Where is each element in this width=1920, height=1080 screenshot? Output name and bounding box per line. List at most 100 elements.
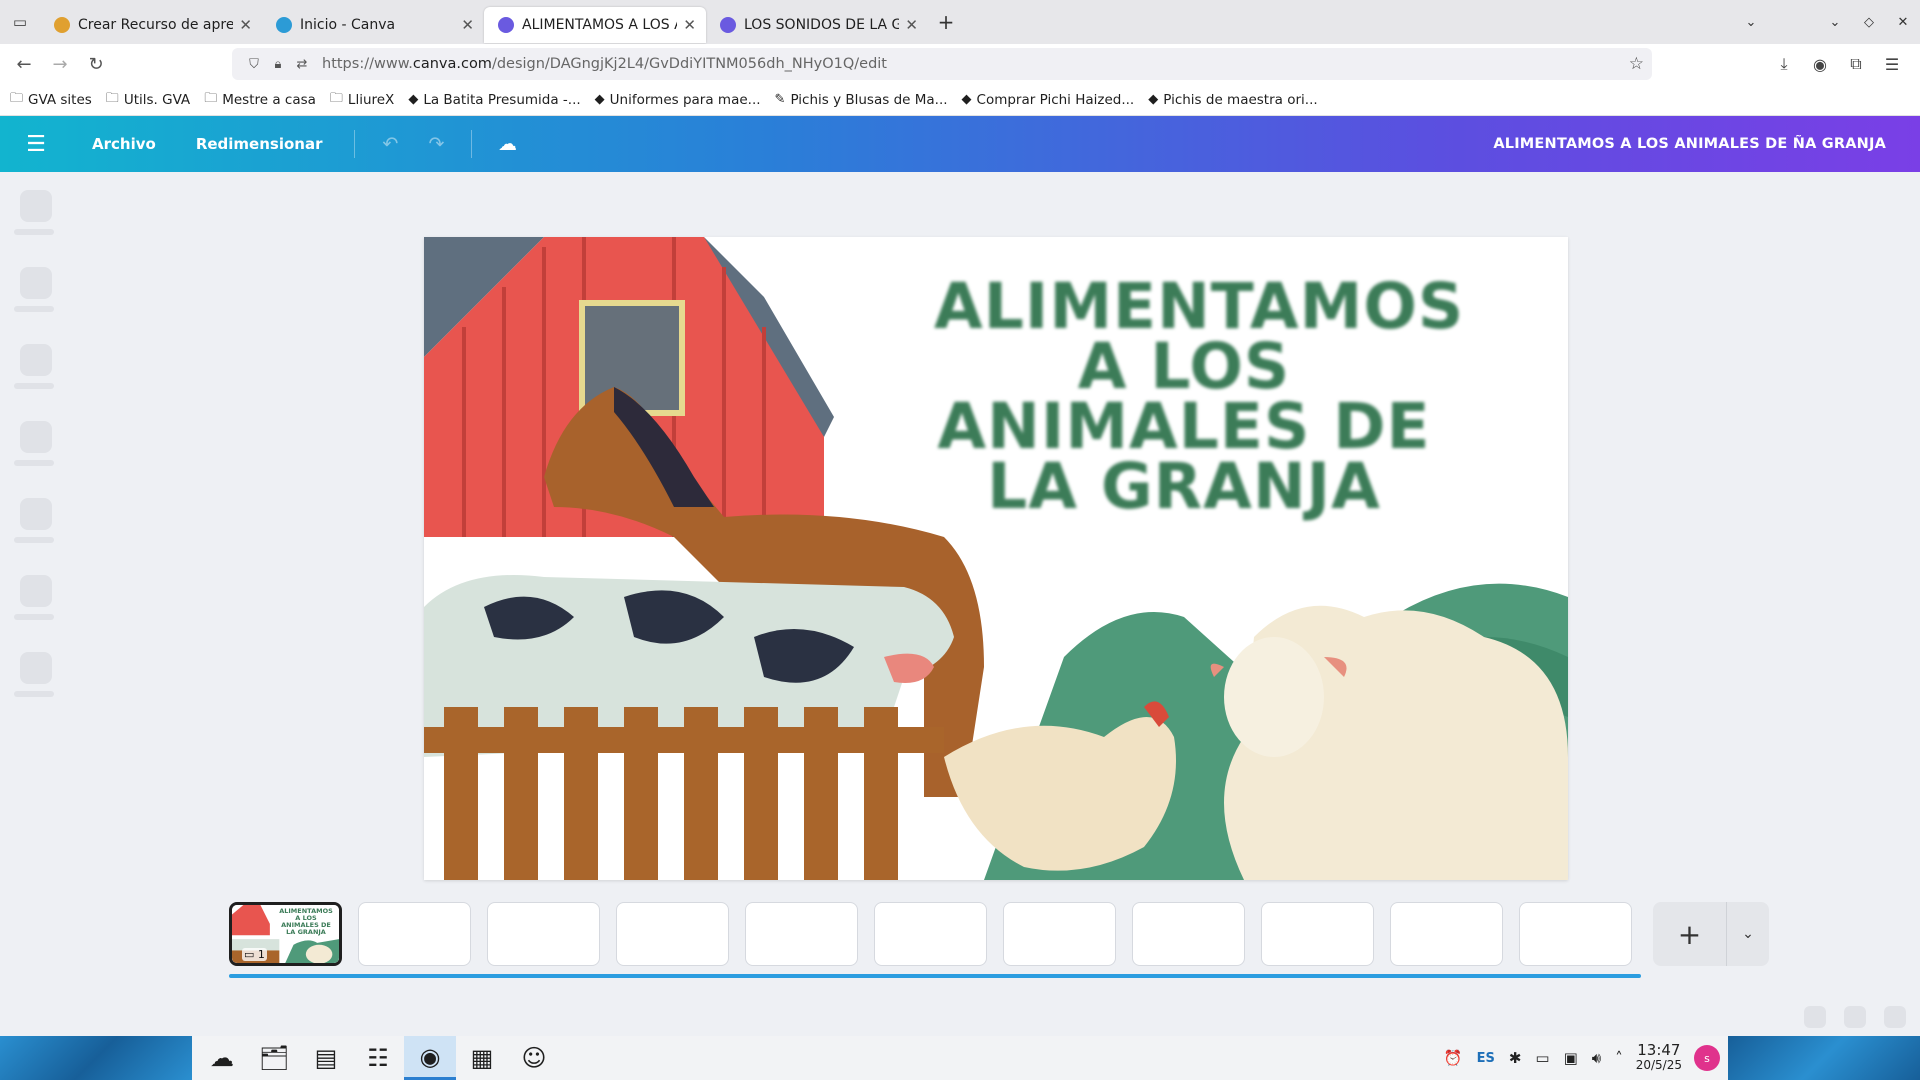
browser-tab[interactable]: Crear Recurso de aprendiz ✕ [40, 7, 262, 43]
close-tab-icon[interactable]: ✕ [461, 16, 474, 34]
comment-badge[interactable]: ▭ 1 [242, 948, 267, 961]
assistant-icon[interactable]: ☺ [508, 1036, 560, 1080]
bookmark-item[interactable]: 🗀︎ Utils. GVA [106, 89, 190, 111]
browser-tab[interactable]: LOS SONIDOS DE LA GRAN ✕ [706, 7, 928, 43]
page-thumbnail[interactable] [358, 902, 471, 966]
close-window-icon[interactable]: ✕ [1886, 15, 1920, 30]
add-page-plus-icon[interactable]: + [1653, 902, 1727, 966]
bookmark-item[interactable]: ◆ Pichis de maestra ori... [1148, 92, 1317, 108]
page-thumbnail[interactable] [1261, 902, 1374, 966]
reload-icon[interactable]: ↻ [78, 46, 114, 82]
bookmark-star-icon[interactable]: ☆ [1629, 54, 1644, 74]
undo-icon[interactable]: ↶ [367, 133, 413, 155]
add-page-control: + ⌄ [1653, 902, 1769, 966]
bookmark-item[interactable]: ◆ Uniformes para mae... [595, 92, 761, 108]
minimize-icon[interactable]: ⌄ [1818, 15, 1852, 30]
browser-tab[interactable]: ALIMENTAMOS A LOS ANIM ✕ [484, 7, 706, 43]
browser-tab-strip: ▭ Crear Recurso de aprendiz✕Inicio - Can… [0, 0, 1920, 44]
page-thumbnail[interactable] [874, 902, 987, 966]
resize-button[interactable]: Redimensionar [176, 135, 343, 153]
redo-icon[interactable]: ↷ [413, 133, 459, 155]
settings-app-icon[interactable]: ☷ [352, 1036, 404, 1080]
page-thumbnail[interactable] [745, 902, 858, 966]
page-thumbnail[interactable] [1519, 902, 1632, 966]
bottom-right-controls [1786, 1006, 1906, 1028]
slide-title-line: A LOS [1077, 330, 1291, 403]
design-canvas[interactable]: ALIMENTAMOS A LOS ANIMALES DE LA GRANJA [424, 237, 1568, 880]
volume-icon[interactable]: 🔊︎ [1592, 1049, 1601, 1067]
back-icon[interactable]: ← [6, 46, 42, 82]
page-thumbnail[interactable] [616, 902, 729, 966]
browser-tab[interactable]: Inicio - Canva ✕ [262, 7, 484, 43]
file-menu-button[interactable]: Archivo [72, 135, 176, 153]
lock-icon[interactable]: 🔒︎ [266, 57, 290, 72]
pencil-icon: ✎ [774, 92, 786, 107]
placeholder-label [14, 614, 54, 620]
page-thumbnail[interactable]: ALIMENTAMOS A LOS ANIMALES DE LA GRANJA ▭… [229, 902, 342, 966]
taskbar-decoration [1728, 1036, 1920, 1080]
side-panel-placeholder[interactable] [14, 498, 58, 543]
bookmark-item[interactable]: 🗀︎ Mestre a casa [204, 89, 316, 111]
notes-placeholder-icon[interactable] [1804, 1006, 1826, 1028]
keyboard-language[interactable]: ES [1477, 1051, 1495, 1066]
bookmark-label: Pichis de maestra ori... [1163, 91, 1318, 108]
maximize-icon[interactable]: ◇ [1852, 15, 1886, 30]
page-thumbnail[interactable] [1390, 902, 1503, 966]
bookmark-item[interactable]: ◆ La Batita Presumida -... [408, 92, 580, 108]
side-panel-placeholder[interactable] [14, 652, 58, 697]
file-manager-icon[interactable]: ▤ [300, 1036, 352, 1080]
placeholder-label [14, 229, 54, 235]
tabs-container: Crear Recurso de aprendiz✕Inicio - Canva… [40, 1, 928, 43]
permissions-icon[interactable]: ⇄ [290, 57, 314, 72]
zoom-placeholder-icon[interactable] [1844, 1006, 1866, 1028]
side-panel-placeholder[interactable] [14, 344, 58, 389]
design-title[interactable]: ALIMENTAMOS A LOS ANIMALES DE ÑA GRANJA [1493, 116, 1886, 172]
firefox-icon[interactable]: ◉ [404, 1036, 456, 1080]
tab-favicon-icon [276, 17, 292, 33]
placeholder-label [14, 306, 54, 312]
software-store-icon[interactable]: 🗂︎ [248, 1036, 300, 1080]
notifications-icon[interactable]: ⏰ [1444, 1049, 1463, 1067]
url-bar[interactable]: ⛉ 🔒︎ ⇄ https://www.canva.com/design/DAGn… [232, 48, 1652, 80]
page-thumbnail[interactable] [487, 902, 600, 966]
clock[interactable]: 13:47 20/5/25 [1636, 1043, 1682, 1073]
new-tab-button[interactable]: + [928, 4, 964, 40]
comment-count: 1 [257, 948, 265, 961]
url-text[interactable]: https://www.canva.com/design/DAGngjKj2L4… [322, 56, 887, 72]
filmstrip-scrollbar[interactable] [229, 974, 1641, 978]
extensions-icon[interactable]: ⧉ [1838, 54, 1874, 74]
calculator-icon[interactable]: ▦ [456, 1036, 508, 1080]
tab-list-icon[interactable]: ▭ [0, 0, 40, 44]
close-tab-icon[interactable]: ✕ [905, 16, 918, 34]
tray-expand-icon[interactable]: ˄ [1615, 1049, 1623, 1067]
close-tab-icon[interactable]: ✕ [683, 16, 696, 34]
cloud-saved-icon[interactable]: ☁ [484, 133, 530, 155]
side-panel-placeholder[interactable] [14, 421, 58, 466]
user-avatar[interactable]: s [1694, 1045, 1720, 1071]
close-tab-icon[interactable]: ✕ [239, 16, 252, 34]
bookmark-item[interactable]: ◆ Comprar Pichi Haized... [962, 92, 1135, 108]
download-icon[interactable]: ⤓ [1766, 54, 1802, 74]
page-thumbnail[interactable] [1003, 902, 1116, 966]
app-menu-icon[interactable]: ☰ [1874, 55, 1910, 74]
page-filmstrip: ALIMENTAMOS A LOS ANIMALES DE LA GRANJA ▭… [229, 902, 1648, 966]
tab-overflow-chevron-icon[interactable]: ⌄ [1734, 15, 1768, 30]
bookmark-item[interactable]: ✎ Pichis y Blusas de Ma... [775, 92, 948, 108]
side-panel-placeholder[interactable] [14, 267, 58, 312]
start-menu-icon[interactable]: ☁ [196, 1036, 248, 1080]
bookmark-item[interactable]: 🗀︎ LliureX [330, 89, 394, 111]
shield-icon[interactable]: ⛉ [242, 57, 266, 72]
display-icon[interactable]: ▣ [1564, 1049, 1578, 1067]
bookmark-item[interactable]: 🗀︎ GVA sites [10, 89, 92, 111]
hamburger-menu-icon[interactable]: ☰ [0, 116, 72, 172]
add-page-options-chevron-icon[interactable]: ⌄ [1727, 902, 1769, 966]
page-thumbnail[interactable] [1132, 902, 1245, 966]
fullscreen-placeholder-icon[interactable] [1884, 1006, 1906, 1028]
side-panel-placeholder[interactable] [14, 190, 58, 235]
bluetooth-icon[interactable]: ✱ [1509, 1049, 1522, 1067]
slide-title[interactable]: ALIMENTAMOS A LOS ANIMALES DE LA GRANJA [934, 275, 1463, 518]
forward-icon[interactable]: → [42, 46, 78, 82]
side-panel-placeholder[interactable] [14, 575, 58, 620]
account-icon[interactable]: ◉ [1802, 55, 1838, 74]
clipboard-icon[interactable]: ▭ [1535, 1049, 1549, 1067]
